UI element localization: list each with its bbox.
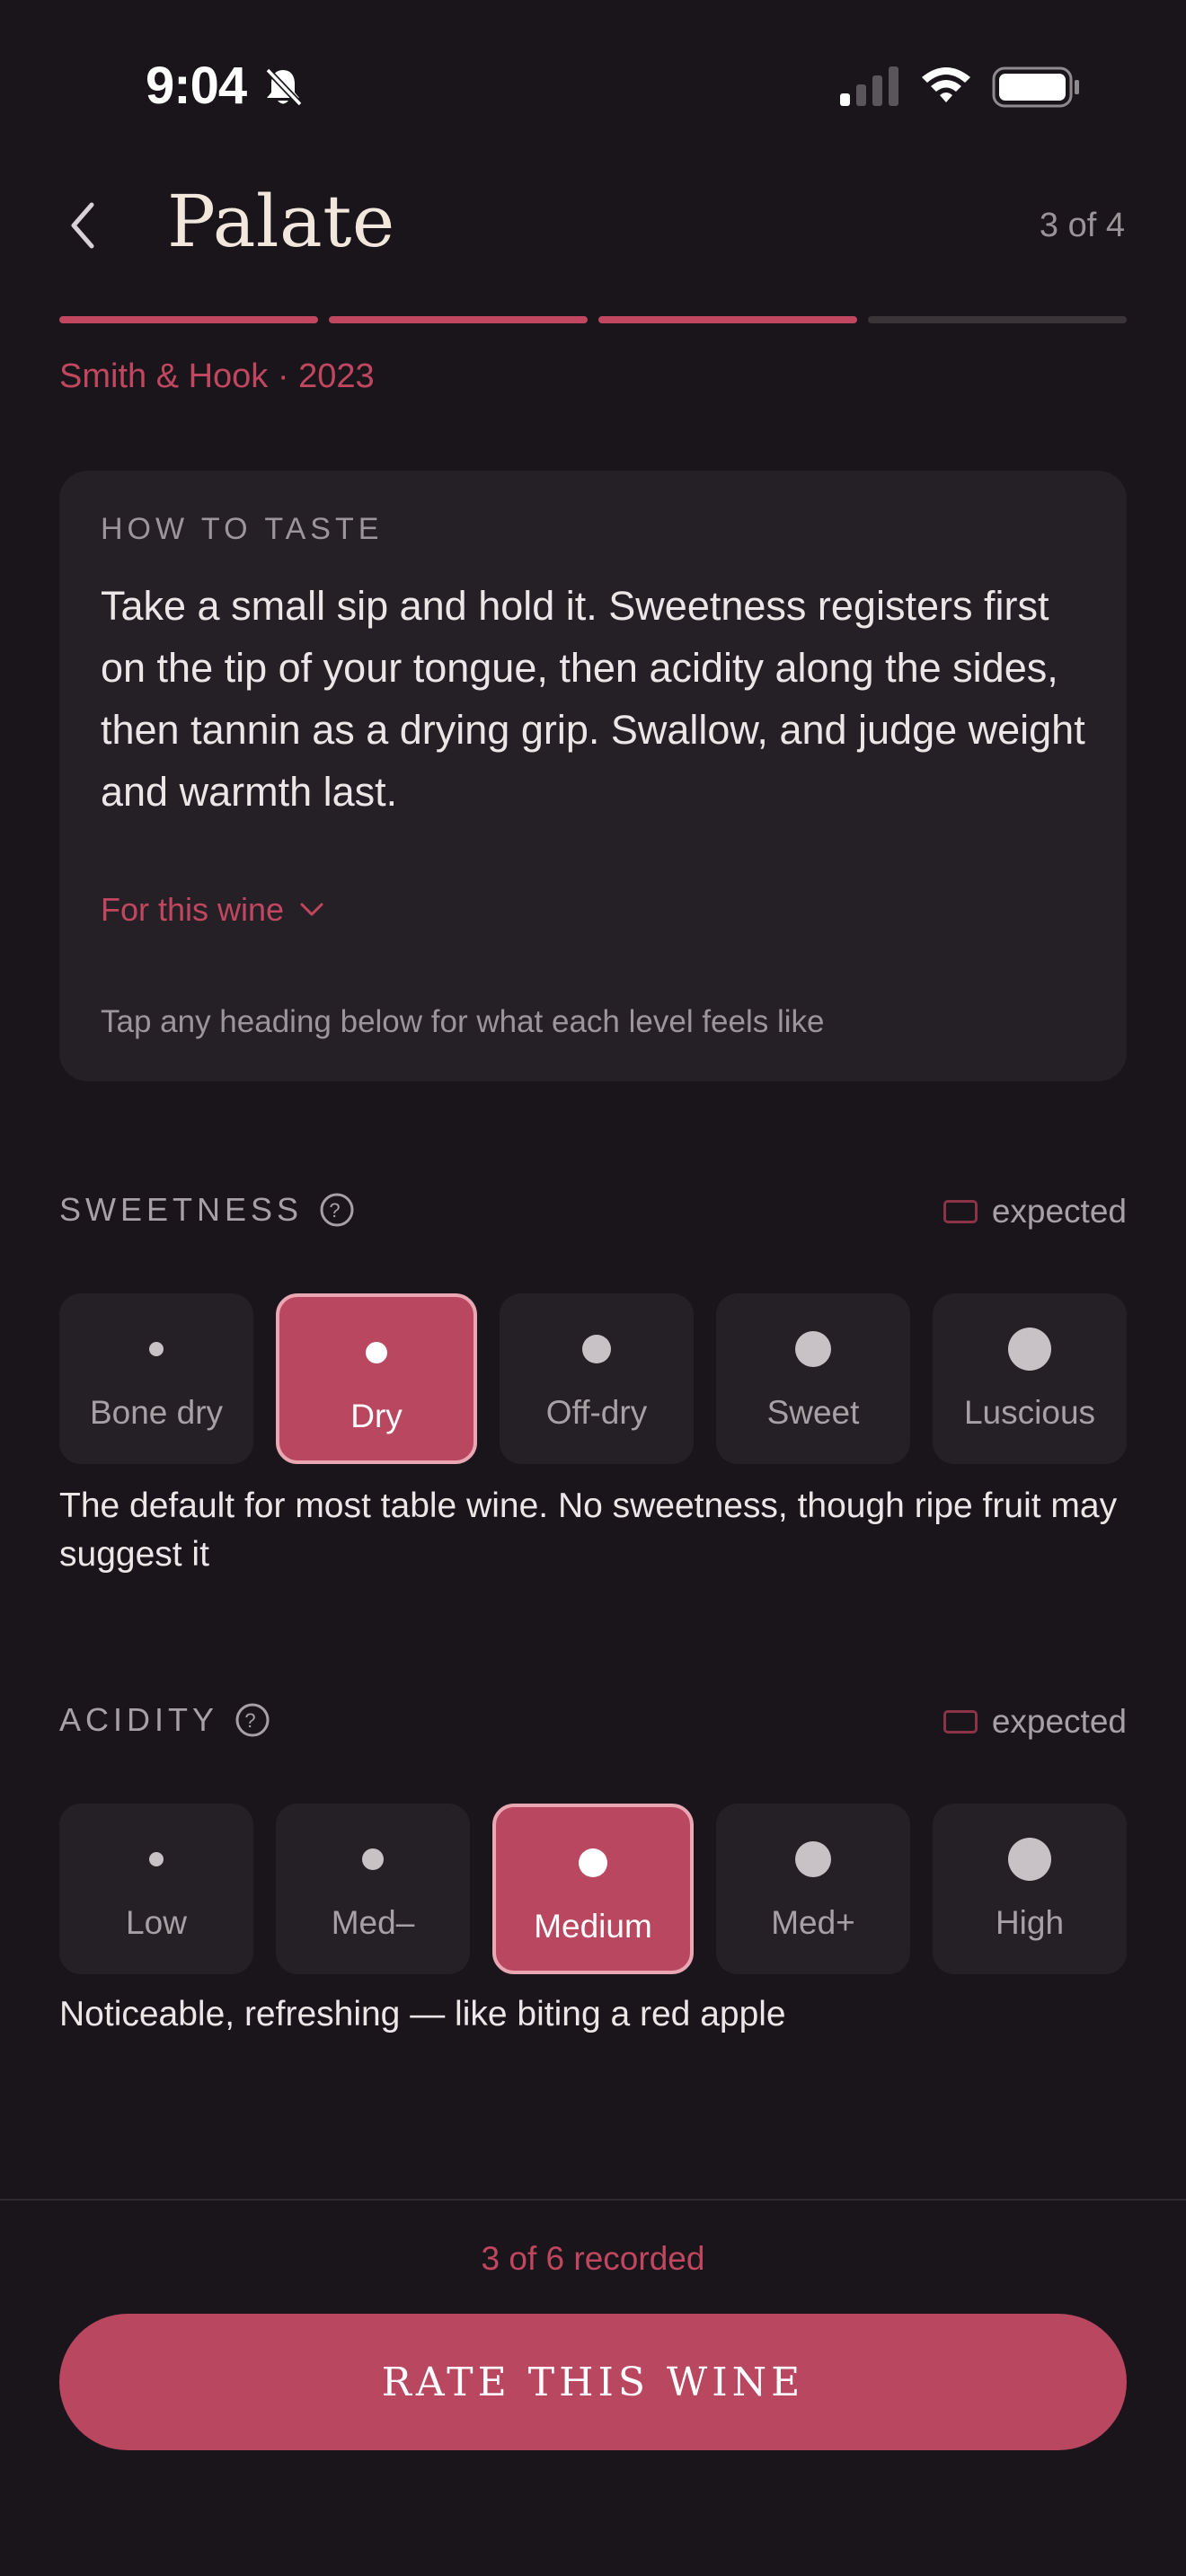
footer-divider [0, 2199, 1186, 2201]
how-to-taste-body: Take a small sip and hold it. Sweetness … [101, 583, 1085, 815]
sweetness-option-off-dry[interactable]: Off-dry [500, 1293, 694, 1464]
acidity-heading[interactable]: ACIDITY ? [59, 1701, 270, 1739]
acidity-option-low[interactable]: Low [59, 1804, 253, 1974]
help-icon[interactable]: ? [319, 1192, 355, 1228]
sweetness-description: The default for most table wine. No swee… [59, 1486, 1118, 1574]
sweetness-options: Bone dry Dry Off-dry Sweet Luscious [59, 1293, 1127, 1464]
sweetness-label: SWEETNESS [59, 1191, 304, 1228]
option-label: Medium [534, 1908, 652, 1945]
status-time: 9:04 [146, 57, 247, 115]
option-label: Med+ [771, 1904, 855, 1941]
level-dot [149, 1852, 164, 1866]
recorded-count: 3 of 6 recorded [481, 2240, 705, 2277]
option-label: Med– [331, 1904, 415, 1941]
svg-text:?: ? [329, 1199, 344, 1222]
progress-segment-1 [59, 316, 318, 323]
svg-text:?: ? [244, 1709, 260, 1732]
chevron-left-icon[interactable] [63, 196, 104, 255]
level-dot [579, 1848, 607, 1877]
progress-segment-4 [868, 316, 1127, 323]
sweetness-option-luscious[interactable]: Luscious [933, 1293, 1127, 1464]
wine-name: Smith & Hook · 2023 [59, 357, 375, 395]
option-label: Luscious [963, 1394, 1096, 1431]
legend-label: expected [991, 1193, 1127, 1230]
level-dot [1008, 1838, 1051, 1881]
legend-label: expected [991, 1703, 1127, 1740]
help-icon[interactable]: ? [235, 1702, 270, 1738]
acidity-options: Low Med– Medium Med+ High [59, 1804, 1127, 1974]
expected-swatch [943, 1200, 978, 1223]
option-label: High [995, 1904, 1065, 1941]
progress-segment-2 [329, 316, 588, 323]
acidity-option-med-minus[interactable]: Med– [276, 1804, 470, 1974]
level-dot [795, 1841, 831, 1877]
level-dot [582, 1335, 611, 1363]
progress-segment-3 [598, 316, 857, 323]
how-to-taste-card: HOW TO TASTE Take a small sip and hold i… [59, 471, 1127, 1081]
for-this-wine-toggle[interactable]: For this wine [101, 891, 325, 929]
sweetness-option-bone-dry[interactable]: Bone dry [59, 1293, 253, 1464]
wifi-icon [922, 67, 970, 102]
option-label: Off-dry [545, 1394, 648, 1431]
palate-screen: 9:04 Palate 3 of 4 Smith & Hook · 2023 H… [0, 0, 1186, 2576]
sweetness-legend: expected [943, 1193, 1127, 1231]
bell-slash-icon [265, 67, 303, 107]
level-dot [1008, 1328, 1051, 1371]
sweetness-option-sweet[interactable]: Sweet [716, 1293, 910, 1464]
battery-icon [992, 66, 1079, 108]
acidity-legend: expected [943, 1703, 1127, 1741]
for-this-wine-label: For this wine [101, 891, 285, 928]
signal-icon [840, 66, 898, 106]
option-label: Low [126, 1904, 187, 1941]
card-hint: Tap any heading below for what each leve… [101, 1004, 825, 1039]
sweetness-option-dry[interactable]: Dry [276, 1293, 477, 1464]
status-bar: 9:04 [0, 0, 1186, 171]
rate-wine-button[interactable]: RATE THIS WINE [59, 2314, 1127, 2450]
acidity-description: Noticeable, refreshing — like biting a r… [59, 1995, 786, 2033]
expected-swatch [943, 1710, 978, 1734]
level-dot [149, 1342, 164, 1356]
chevron-down-icon [300, 903, 323, 916]
option-label: Dry [350, 1398, 403, 1434]
acidity-option-medium[interactable]: Medium [492, 1804, 694, 1974]
level-dot [795, 1331, 831, 1367]
progress-bar [59, 316, 1127, 325]
acidity-option-med-plus[interactable]: Med+ [716, 1804, 910, 1974]
how-to-taste-heading: HOW TO TASTE [101, 512, 384, 546]
acidity-label: ACIDITY [59, 1701, 219, 1738]
step-counter: 3 of 4 [1039, 207, 1125, 244]
option-label: Bone dry [89, 1394, 224, 1431]
option-label: Sweet [766, 1394, 860, 1431]
level-dot [362, 1848, 384, 1870]
page-title: Palate [167, 180, 395, 263]
level-dot [366, 1342, 387, 1363]
sweetness-heading[interactable]: SWEETNESS ? [59, 1191, 355, 1229]
acidity-option-high[interactable]: High [933, 1804, 1127, 1974]
